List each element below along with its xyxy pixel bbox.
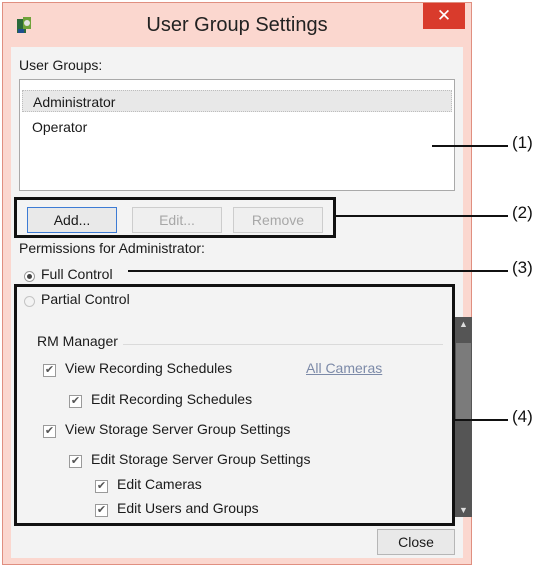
user-groups-list[interactable]: Administrator Operator <box>19 79 455 191</box>
close-button[interactable]: Close <box>377 529 455 555</box>
user-groups-label: User Groups: <box>19 57 103 73</box>
callout-label-4: (4) <box>512 407 533 426</box>
callout-label-3: (3) <box>512 258 533 277</box>
callout-label-2: (2) <box>512 203 533 222</box>
callout-line-1 <box>432 145 508 147</box>
full-control-radio[interactable] <box>24 271 35 282</box>
list-item-operator[interactable]: Operator <box>22 116 452 138</box>
full-control-label[interactable]: Full Control <box>41 266 113 282</box>
callout-box-4 <box>14 284 455 526</box>
permissions-scrollbar[interactable]: ▲ ▼ <box>455 317 472 517</box>
callout-line-3 <box>128 270 508 272</box>
callout-line-2 <box>336 215 508 217</box>
permissions-label: Permissions for Administrator: <box>19 240 205 256</box>
callout-line-4 <box>455 419 508 421</box>
scroll-up-arrow-icon[interactable]: ▲ <box>455 317 472 331</box>
callout-label-1: (1) <box>512 133 533 152</box>
window-title: User Group Settings <box>146 14 328 36</box>
close-icon[interactable]: ✕ <box>423 3 465 29</box>
title-bar[interactable]: User Group Settings ✕ <box>3 3 471 47</box>
scroll-down-arrow-icon[interactable]: ▼ <box>455 503 472 517</box>
list-item-administrator[interactable]: Administrator <box>22 90 452 112</box>
scrollbar-thumb[interactable] <box>456 343 471 419</box>
callout-box-2 <box>14 197 336 238</box>
